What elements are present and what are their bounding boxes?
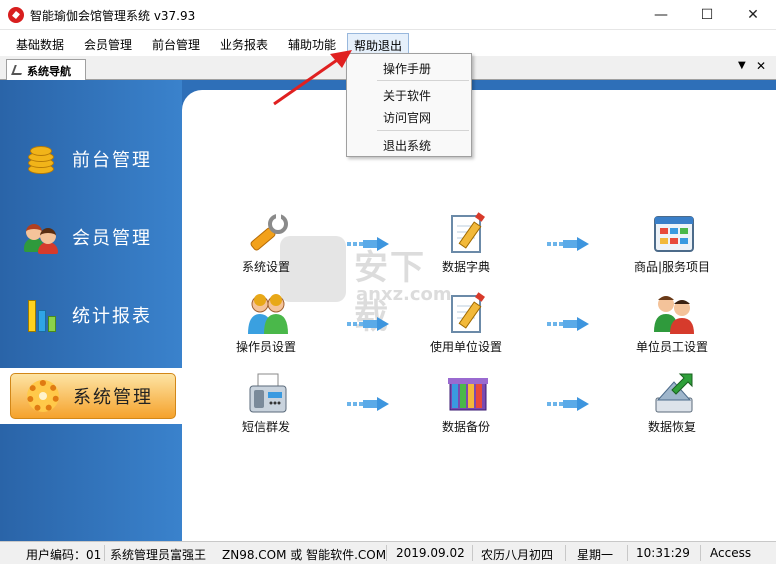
sidebar-item-statistics[interactable]: 统计报表 [10,292,176,338]
sidebar: 前台管理 会员管理 统计报表 系统管理 [0,80,182,541]
menu-item-visit-website[interactable]: 访问官网 [383,109,431,126]
func-sms-broadcast[interactable]: 短信群发 [206,372,326,442]
status-date: 2019.09.02 [396,546,465,560]
grid-window-icon [654,216,694,252]
func-label: 数据字典 [441,260,490,274]
func-unit-staff-settings[interactable]: 单位员工设置 [612,292,732,362]
flow-arrow-icon [347,317,389,331]
sidebar-item-label: 系统管理 [73,387,153,408]
menu-member-management[interactable]: 会员管理 [78,33,138,55]
members-icon [24,220,60,254]
func-unit-settings[interactable]: 使用单位设置 [406,292,526,362]
func-label: 系统设置 [241,260,290,274]
func-label: 使用单位设置 [429,340,502,354]
menu-item-user-manual[interactable]: 操作手册 [383,60,431,77]
operators-icon [248,294,288,334]
status-weekday: 星期一 [577,548,614,562]
maximize-button[interactable]: ☐ [684,0,730,30]
bar-chart-icon [24,298,60,332]
wrench-icon [250,214,288,251]
func-data-restore[interactable]: 数据恢复 [612,372,732,442]
status-website: ZN98.COM 或 智能软件.COM [222,548,387,562]
func-data-dictionary[interactable]: 数据字典 [406,212,526,282]
func-system-settings[interactable]: 系统设置 [206,212,326,282]
flow-arrow-icon [347,397,389,411]
func-label: 数据恢复 [647,420,696,434]
func-label: 数据备份 [441,420,490,434]
menu-item-exit-system[interactable]: 退出系统 [383,137,431,154]
minimize-icon: — [654,7,668,23]
status-company: 系统管理员富强王 [110,548,207,562]
tab-icon [11,65,25,75]
status-time: 10:31:29 [636,546,690,560]
gear-icon [25,379,61,413]
status-database: Access [710,546,752,560]
window-title: 智能瑜伽会馆管理系统 v37.93 [30,9,196,23]
tab-label: 系统导航 [27,65,71,78]
tab-list-dropdown-icon[interactable]: ▼ [738,60,746,71]
staff-icon [654,296,694,334]
notepad-icon [451,292,485,333]
sidebar-item-label: 前台管理 [72,150,152,171]
status-lunar-date: 农历八月初四 [481,548,554,562]
func-operator-settings[interactable]: 操作员设置 [206,292,326,362]
tab-system-navigation[interactable]: 系统导航 [6,59,86,80]
menu-item-about[interactable]: 关于软件 [383,87,431,104]
status-user-code: 用户编码：01 [26,548,102,562]
menu-separator [377,130,469,131]
func-data-backup[interactable]: 数据备份 [406,372,526,442]
app-logo-icon [8,7,24,23]
sidebar-item-system[interactable]: 系统管理 [10,373,176,419]
menu-basic-data[interactable]: 基础数据 [10,33,70,55]
flow-arrow-icon [547,317,589,331]
close-icon: ✕ [747,7,759,23]
sidebar-item-front-desk[interactable]: 前台管理 [10,136,176,182]
close-button[interactable]: ✕ [730,0,776,30]
flow-arrow-icon [347,237,389,251]
func-label: 商品|服务项目 [633,260,711,274]
status-bar: 用户编码：01 系统管理员富强王 ZN98.COM 或 智能软件.COM 201… [0,541,776,564]
menu-separator [377,80,469,81]
restore-icon [655,373,693,413]
sidebar-item-label: 统计报表 [72,306,152,327]
fax-icon [249,373,287,413]
flow-arrow-icon [547,397,589,411]
func-label: 操作员设置 [235,340,296,354]
books-icon [448,378,488,411]
maximize-icon: ☐ [700,7,714,23]
notepad-icon [451,212,485,253]
sidebar-item-members[interactable]: 会员管理 [10,214,176,260]
title-bar: 智能瑜伽会馆管理系统 v37.93 — ☐ ✕ [0,0,776,30]
func-products-services[interactable]: 商品|服务项目 [612,212,732,282]
menu-front-desk[interactable]: 前台管理 [146,33,206,55]
sidebar-item-label: 会员管理 [72,228,152,249]
minimize-button[interactable]: — [638,0,684,30]
func-label: 短信群发 [241,420,290,434]
coins-icon [24,142,60,176]
annotation-arrow-icon [273,50,352,106]
flow-arrow-icon [547,237,589,251]
tab-close-icon[interactable]: ✕ [756,59,766,73]
func-label: 单位员工设置 [635,340,708,354]
help-exit-dropdown: 操作手册 关于软件 访问官网 退出系统 [346,53,472,157]
menu-business-reports[interactable]: 业务报表 [214,33,274,55]
